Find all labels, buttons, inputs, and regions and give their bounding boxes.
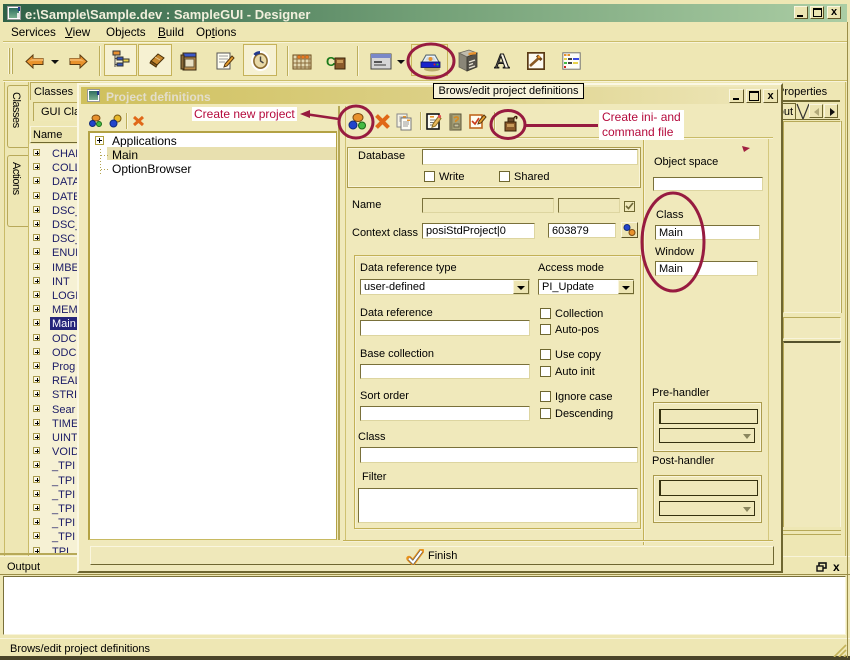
svg-text:A: A (494, 51, 510, 71)
